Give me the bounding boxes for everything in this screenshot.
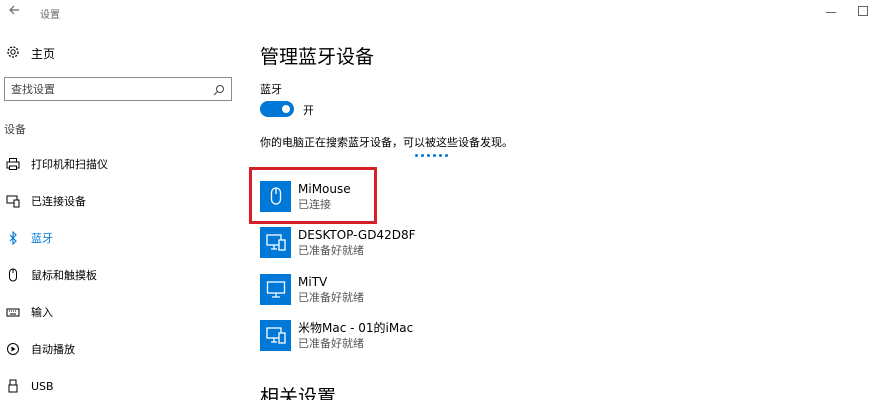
searching-progress-indicator — [415, 154, 448, 157]
sidebar-item-label: 已连接设备 — [31, 195, 86, 208]
bluetooth-toggle[interactable] — [260, 101, 294, 117]
sidebar-item-usb[interactable]: USB — [0, 373, 240, 399]
window-title: 设置 — [40, 10, 60, 21]
sidebar-item-label: USB — [31, 379, 54, 393]
device-status: 已准备好就绪 — [298, 290, 364, 304]
sidebar-item-typing[interactable]: 输入 — [0, 299, 240, 325]
device-item-mitv[interactable]: MiTV 已准备好就绪 — [260, 270, 600, 308]
device-name: MiTV — [298, 274, 328, 289]
device-status: 已准备好就绪 — [298, 243, 364, 257]
toggle-knob — [282, 105, 290, 113]
sidebar-item-bluetooth[interactable]: 蓝牙 — [0, 225, 240, 251]
mouse-icon — [6, 268, 20, 282]
title-bar: 设置 — [0, 0, 890, 26]
sidebar-item-label: 打印机和扫描仪 — [31, 158, 108, 171]
autoplay-icon — [6, 342, 20, 356]
sidebar-item-label: 自动播放 — [31, 343, 75, 356]
device-status: 已准备好就绪 — [298, 336, 364, 350]
usb-icon — [6, 379, 20, 393]
bluetooth-toggle-label: 蓝牙 — [260, 83, 282, 96]
printer-icon — [6, 157, 20, 171]
sidebar-item-label: 蓝牙 — [31, 232, 53, 245]
sidebar-item-label: 输入 — [31, 306, 53, 319]
keyboard-icon — [6, 305, 20, 319]
page-title: 管理蓝牙设备 — [260, 46, 375, 68]
sidebar-item-connected-devices[interactable]: 已连接设备 — [0, 188, 240, 214]
minimize-icon[interactable] — [823, 4, 839, 20]
computer-phone-icon — [260, 319, 291, 351]
gear-icon — [6, 44, 20, 63]
bluetooth-icon — [6, 231, 20, 245]
sidebar-item-autoplay[interactable]: 自动播放 — [0, 336, 240, 362]
search-input[interactable] — [5, 78, 205, 101]
connected-devices-icon — [6, 194, 20, 208]
device-status: 已连接 — [298, 197, 331, 211]
related-settings-heading: 相关设置 — [260, 386, 337, 400]
search-box[interactable] — [4, 77, 232, 101]
sidebar-item-printers[interactable]: 打印机和扫描仪 — [0, 151, 240, 177]
sidebar: 主页 设备 打印机和扫描仪 已连接设备 蓝牙 鼠标和触摸板 — [0, 26, 240, 400]
device-name: DESKTOP-GD42D8F — [298, 227, 416, 242]
sidebar-item-mouse[interactable]: 鼠标和触摸板 — [0, 262, 240, 288]
device-name: 米物Mac - 01的iMac — [298, 320, 414, 335]
device-name: MiMouse — [298, 181, 351, 196]
home-nav-item[interactable]: 主页 — [6, 44, 55, 62]
discovery-status-text: 你的电脑正在搜索蓝牙设备，可以被这些设备发现。 — [260, 136, 513, 149]
device-item-imac[interactable]: 米物Mac - 01的iMac 已准备好就绪 — [260, 316, 600, 354]
group-title: 设备 — [4, 123, 26, 136]
back-arrow-icon[interactable] — [4, 3, 24, 23]
main-content: 管理蓝牙设备 蓝牙 开 你的电脑正在搜索蓝牙设备，可以被这些设备发现。 MiMo… — [240, 26, 890, 400]
device-item-mimouse[interactable]: MiMouse 已连接 — [260, 177, 600, 215]
maximize-icon[interactable] — [858, 6, 868, 16]
device-item-desktop[interactable]: DESKTOP-GD42D8F 已准备好就绪 — [260, 223, 600, 261]
toggle-state-text: 开 — [303, 104, 314, 117]
mouse-device-icon — [260, 180, 291, 212]
search-icon[interactable] — [212, 82, 226, 96]
sidebar-item-label: 鼠标和触摸板 — [31, 269, 97, 282]
computer-phone-icon — [260, 226, 291, 258]
monitor-icon — [260, 273, 291, 305]
home-label: 主页 — [31, 46, 56, 61]
